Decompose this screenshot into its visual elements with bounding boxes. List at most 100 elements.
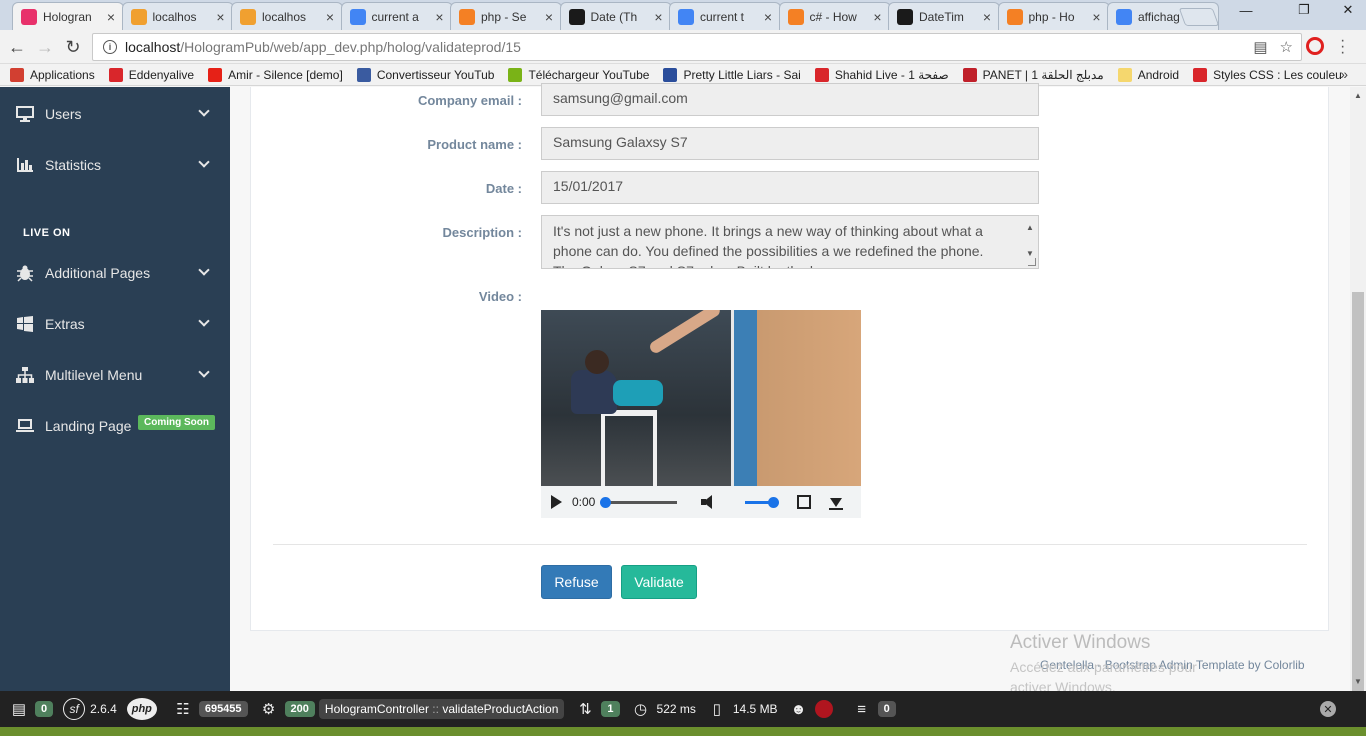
tab-close-icon[interactable]: × (872, 9, 884, 25)
tab-close-icon[interactable]: × (653, 9, 665, 25)
opera-extension-icon[interactable] (1306, 37, 1324, 55)
request-token-badge: 695455 (198, 701, 248, 717)
tab-close-icon[interactable]: × (434, 9, 446, 25)
scroll-down-arrow-icon[interactable]: ▼ (1354, 677, 1362, 686)
url-path: /HologramPub/web/app_dev.php/holog/valid… (180, 39, 521, 55)
bar-chart-icon (15, 156, 35, 174)
tab-title: php - Se (481, 9, 527, 24)
sliders-icon: ☷ (176, 701, 190, 718)
token-count-badge: 0 (35, 701, 54, 717)
sidebar-item-multilevel-menu[interactable]: Multilevel Menu (0, 355, 230, 395)
video-label: Video : (478, 289, 522, 304)
scroll-up-arrow-icon[interactable]: ▲ (1354, 91, 1362, 100)
tab-close-icon[interactable]: × (543, 9, 555, 25)
browser-tab[interactable]: c# - How × (778, 2, 891, 30)
close-window-icon[interactable]: ✕ (1334, 0, 1362, 20)
new-tab-button[interactable] (1178, 8, 1220, 26)
browser-tab[interactable]: php - Ho × (997, 2, 1110, 30)
browser-tab[interactable]: DateTim × (888, 2, 1000, 30)
sidebar-item-additional-pages[interactable]: Additional Pages (0, 253, 230, 293)
sidebar-item-statistics[interactable]: Statistics (0, 145, 230, 185)
bookmark-label: PANET | 1 مدبلج الحلقة (982, 67, 1104, 82)
resize-grip-icon[interactable] (1028, 258, 1036, 266)
browser-tab[interactable]: php - Se × (450, 2, 562, 30)
progress-thumb[interactable] (600, 496, 612, 508)
sf-status-item[interactable]: ⚙ 200 HologramController :: validateProd… (258, 698, 565, 720)
bookmark-item[interactable]: PANET | 1 مدبلج الحلقة (962, 67, 1104, 82)
restore-icon[interactable]: ❐ (1290, 0, 1318, 20)
bookmark-item[interactable]: Téléchargeur YouTube (508, 67, 649, 82)
browser-tab[interactable]: Date (Th × (559, 2, 672, 30)
reload-icon[interactable]: ↻ (62, 36, 84, 58)
description-textarea[interactable]: It's not just a new phone. It brings a n… (541, 215, 1039, 269)
bookmark-star-icon[interactable]: ☆ (1280, 38, 1293, 56)
sf-request-item[interactable]: ☷ 695455 (172, 698, 248, 720)
bookmark-item[interactable]: Amir - Silence [demo] (208, 67, 343, 82)
tab-close-icon[interactable]: × (1091, 9, 1103, 25)
tab-close-icon[interactable]: × (105, 9, 117, 25)
more-bookmarks-icon[interactable]: » (1340, 66, 1348, 82)
request-time: 522 ms (656, 702, 696, 716)
scroll-up-arrow-icon[interactable]: ▲ (1024, 218, 1036, 238)
validate-button[interactable]: Validate (621, 565, 697, 599)
refuse-button[interactable]: Refuse (541, 565, 612, 599)
browser-tab[interactable]: Hologran × (12, 2, 124, 30)
sidebar-item-users[interactable]: Users (0, 94, 230, 134)
chevron-down-icon (198, 156, 210, 168)
sf-php-item[interactable]: php (126, 698, 162, 720)
tab-close-icon[interactable]: × (981, 9, 993, 25)
browser-tab[interactable]: current t × (669, 2, 781, 30)
minimize-icon[interactable]: — (1232, 0, 1260, 20)
bookmark-item[interactable]: Eddenyalive (108, 67, 194, 82)
volume-slider[interactable] (745, 496, 780, 508)
sf-memory-item[interactable]: ▯ 14.5 MB (706, 698, 778, 720)
date-field[interactable]: 15/01/2017 (541, 171, 1039, 204)
bookmark-item[interactable]: Shahid Live - 1 صفحة (814, 67, 949, 82)
bookmark-item[interactable]: Styles CSS : Les couleu (1193, 67, 1342, 82)
menu-dots-icon[interactable]: · · · (1340, 33, 1345, 61)
bookmark-item[interactable]: Android (1117, 67, 1179, 82)
sidebar-item-extras[interactable]: Extras (0, 304, 230, 344)
fullscreen-icon[interactable] (797, 495, 812, 509)
page-scrollbar[interactable]: ▲ ▼ (1350, 87, 1366, 692)
browser-tab[interactable]: localhos × (231, 2, 343, 30)
bookmark-item[interactable]: Pretty Little Liars - Sai (663, 67, 801, 82)
progress-slider[interactable] (600, 496, 678, 508)
volume-icon[interactable] (701, 495, 715, 509)
tab-title: Hologran (43, 9, 92, 24)
sf-security-item[interactable]: ☻ (788, 698, 841, 720)
laptop-icon (15, 417, 35, 435)
bookmark-item[interactable]: Applications (10, 67, 95, 82)
scrollbar-thumb[interactable] (1352, 292, 1364, 692)
symfony-version: 2.6.4 (90, 702, 117, 716)
tab-close-icon[interactable]: × (215, 9, 227, 25)
sf-version-item[interactable]: sf 2.6.4 (63, 698, 117, 720)
video-frame[interactable] (541, 310, 861, 486)
info-icon[interactable]: i (103, 40, 117, 54)
product-name-field[interactable]: Samsung Galaxsy S7 (541, 127, 1039, 160)
video-player[interactable]: 0:00 (541, 310, 861, 518)
sf-token-item[interactable]: ▤ 0 (8, 698, 54, 720)
forward-arrow-icon[interactable]: → (34, 36, 56, 58)
tab-close-icon[interactable]: × (324, 9, 336, 25)
download-icon[interactable] (829, 494, 844, 510)
play-icon[interactable] (551, 495, 562, 509)
sf-db-item[interactable]: ≡ 0 (851, 698, 896, 720)
translate-icon[interactable]: ▤ (1253, 38, 1267, 56)
browser-tab[interactable]: current a × (340, 2, 453, 30)
windows-activation-title: Activer Windows (1010, 632, 1151, 653)
sf-events-item[interactable]: ⇅ 1 (574, 698, 620, 720)
chevron-down-icon (198, 264, 210, 276)
browser-tab[interactable]: localhos × (121, 2, 234, 30)
bookmark-item[interactable]: Convertisseur YouTub (356, 67, 494, 82)
volume-thumb[interactable] (768, 496, 780, 508)
sf-time-item[interactable]: ◷ 522 ms (630, 698, 696, 720)
tab-close-icon[interactable]: × (762, 9, 774, 25)
company-email-field[interactable]: samsung@gmail.com (541, 83, 1039, 116)
url-text[interactable]: localhost/HologramPub/web/app_dev.php/ho… (125, 39, 521, 55)
back-arrow-icon[interactable]: ← (6, 36, 28, 58)
close-toolbar-icon[interactable]: ✕ (1320, 701, 1336, 717)
chevron-down-icon (198, 366, 210, 378)
address-bar[interactable]: i localhost/HologramPub/web/app_dev.php/… (92, 33, 1302, 61)
sidebar-item-landing-page[interactable]: Landing Page Coming Soon (0, 406, 230, 446)
